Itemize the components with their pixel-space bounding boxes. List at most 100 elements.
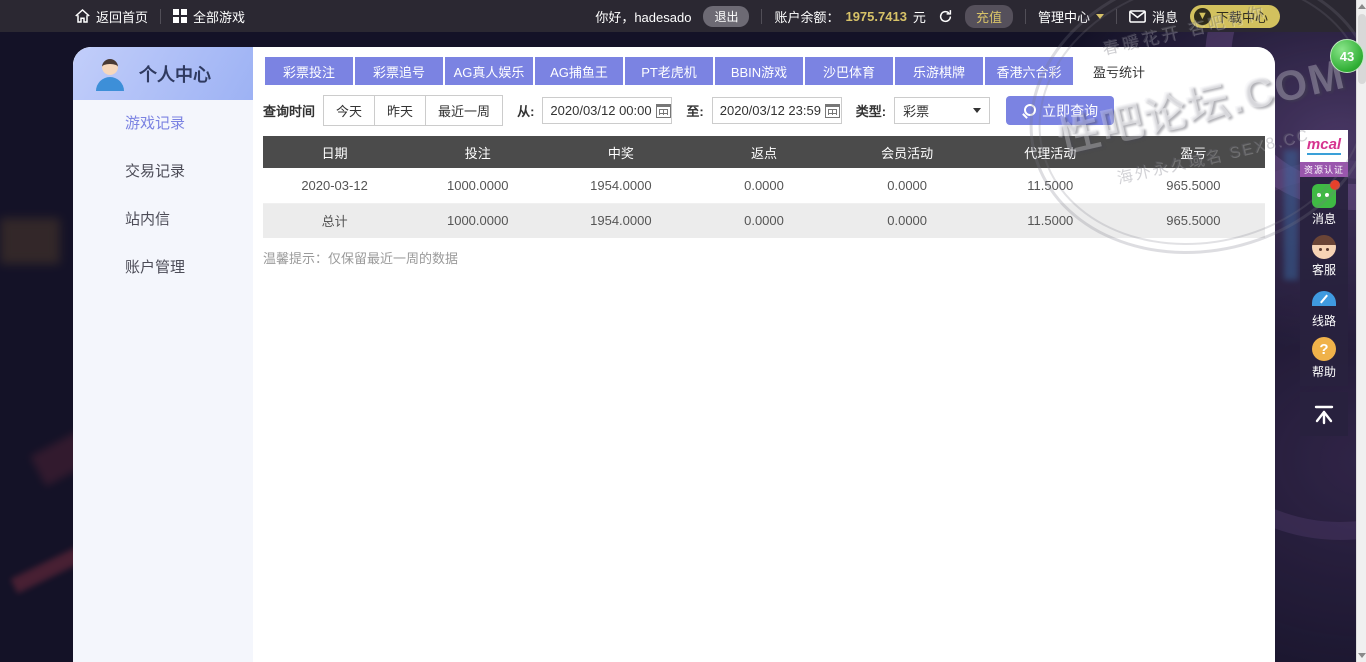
page-scrollbar[interactable] xyxy=(1356,0,1366,662)
logout-button[interactable]: 退出 xyxy=(703,6,749,27)
agent-icon xyxy=(1312,235,1336,259)
cell-member-activity: 0.0000 xyxy=(836,203,979,238)
cell-member-activity: 0.0000 xyxy=(836,168,979,203)
filter-bar: 查询时间 今天 昨天 最近一周 从: 2020/03/12 00:00 至: 2… xyxy=(263,95,1265,126)
tab-bar: 彩票投注 彩票追号 AG真人娱乐 AG捕鱼王 PT老虎机 BBIN游戏 沙巴体育… xyxy=(265,57,1265,85)
refresh-icon[interactable] xyxy=(938,9,953,24)
toolbar-item-messages[interactable]: 消息 xyxy=(1312,184,1336,227)
table-row: 2020-03-12 1000.0000 1954.0000 0.0000 0.… xyxy=(263,168,1265,203)
bg-decor xyxy=(1284,150,1298,280)
toolbar-item-label: 帮助 xyxy=(1312,363,1336,380)
cell-winnings: 1954.0000 xyxy=(549,203,692,238)
chevron-down-icon xyxy=(1096,14,1104,19)
type-label: 类型: xyxy=(856,101,886,120)
retention-notice: 温馨提示：仅保留最近一周的数据 xyxy=(263,248,1265,267)
gauge-icon xyxy=(1312,291,1336,306)
all-games-link[interactable]: 全部游戏 xyxy=(173,7,245,26)
tab-lottery-bets[interactable]: 彩票投注 xyxy=(265,57,353,85)
tab-profit-loss-stats[interactable]: 盈亏统计 xyxy=(1075,57,1163,85)
avatar-icon xyxy=(93,57,127,91)
col-bet: 投注 xyxy=(406,136,549,168)
cell-profit-loss: 965.5000 xyxy=(1122,168,1265,203)
cell-profit-loss: 965.5000 xyxy=(1122,203,1265,238)
sidebar-item-game-records[interactable]: 游戏记录 xyxy=(73,100,253,148)
col-agent-activity: 代理活动 xyxy=(979,136,1122,168)
cell-agent-activity: 11.5000 xyxy=(979,168,1122,203)
col-member-activity: 会员活动 xyxy=(836,136,979,168)
cell-total-label: 总计 xyxy=(263,203,406,238)
toolbar-item-label: 客服 xyxy=(1312,261,1336,278)
cell-rebate: 0.0000 xyxy=(692,203,835,238)
tab-lottery-chase[interactable]: 彩票追号 xyxy=(355,57,443,85)
scroll-up-arrow[interactable] xyxy=(1358,4,1366,9)
toolbar-item-help[interactable]: ? 帮助 xyxy=(1312,337,1336,380)
table-header-row: 日期 投注 中奖 返点 会员活动 代理活动 盈亏 xyxy=(263,136,1265,168)
balance-unit: 元 xyxy=(913,7,926,26)
profit-loss-table: 日期 投注 中奖 返点 会员活动 代理活动 盈亏 2020-03-12 1000… xyxy=(263,136,1265,238)
to-label: 至: xyxy=(686,101,703,120)
sidebar-item-account-management[interactable]: 账户管理 xyxy=(73,244,253,292)
top-bar: 返回首页 全部游戏 你好，hadesado 退出 账户余额： 1975.7413… xyxy=(0,0,1366,32)
back-to-top-button[interactable] xyxy=(1300,392,1348,436)
toolbar-logo[interactable]: mcal xyxy=(1300,130,1348,162)
col-rebate: 返点 xyxy=(692,136,835,168)
home-label: 返回首页 xyxy=(96,7,148,26)
toolbar-item-customer-service[interactable]: 客服 xyxy=(1312,235,1336,278)
main-panel: 个人中心 游戏记录 交易记录 站内信 账户管理 彩票投注 彩票追号 AG真人娱乐… xyxy=(73,47,1275,662)
notification-count-badge[interactable]: 43 xyxy=(1330,39,1364,73)
balance-label: 账户余额： xyxy=(774,7,839,26)
scroll-down-arrow[interactable] xyxy=(1358,653,1366,658)
type-select[interactable]: 彩票 xyxy=(894,97,990,124)
sidebar-item-site-mail[interactable]: 站内信 xyxy=(73,196,253,244)
admin-center-menu[interactable]: 管理中心 xyxy=(1038,7,1104,26)
cell-agent-activity: 11.5000 xyxy=(979,203,1122,238)
calendar-icon[interactable] xyxy=(825,104,840,118)
toolbar-item-lines[interactable]: 线路 xyxy=(1312,286,1336,329)
from-date-value: 2020/03/12 00:00 xyxy=(550,103,651,118)
sidebar-nav: 游戏记录 交易记录 站内信 账户管理 xyxy=(73,100,253,292)
tab-ag-fishing[interactable]: AG捕鱼王 xyxy=(535,57,623,85)
sidebar: 个人中心 游戏记录 交易记录 站内信 账户管理 xyxy=(73,47,253,662)
sidebar-header: 个人中心 xyxy=(73,47,253,100)
cell-bet: 1000.0000 xyxy=(406,203,549,238)
yesterday-button[interactable]: 昨天 xyxy=(374,95,426,126)
tab-bbin-games[interactable]: BBIN游戏 xyxy=(715,57,803,85)
home-icon xyxy=(75,9,90,23)
calendar-icon[interactable] xyxy=(656,104,671,118)
divider xyxy=(160,9,161,24)
download-center-label: 下载中心 xyxy=(1216,7,1268,26)
chevron-down-icon xyxy=(973,108,981,113)
balance-value: 1975.7413 xyxy=(845,9,906,24)
tab-saba-sports[interactable]: 沙巴体育 xyxy=(805,57,893,85)
col-profit-loss: 盈亏 xyxy=(1122,136,1265,168)
unread-dot xyxy=(1330,180,1340,190)
tab-pt-slots[interactable]: PT老虎机 xyxy=(625,57,713,85)
floating-toolbar: mcal 资源认证 消息 客服 线路 ? 帮助 xyxy=(1300,130,1348,436)
recharge-button[interactable]: 充值 xyxy=(965,5,1013,28)
envelope-icon xyxy=(1129,10,1146,23)
download-center-button[interactable]: ▼ 下载中心 xyxy=(1190,5,1280,28)
messages-link[interactable]: 消息 xyxy=(1129,7,1178,26)
cert-banner[interactable]: 资源认证 xyxy=(1300,162,1348,177)
tab-ag-live[interactable]: AG真人娱乐 xyxy=(445,57,533,85)
from-date-input[interactable]: 2020/03/12 00:00 xyxy=(542,97,672,124)
bg-decor xyxy=(0,218,60,264)
balance-display: 账户余额： 1975.7413 元 xyxy=(774,7,925,26)
tab-hk-mark-six[interactable]: 香港六合彩 xyxy=(985,57,1073,85)
quick-range-group: 今天 昨天 最近一周 xyxy=(323,95,503,126)
to-date-value: 2020/03/12 23:59 xyxy=(720,103,821,118)
cell-date: 2020-03-12 xyxy=(263,168,406,203)
back-to-top-icon xyxy=(1312,402,1336,426)
search-icon xyxy=(1022,104,1035,117)
to-date-input[interactable]: 2020/03/12 23:59 xyxy=(712,97,842,124)
sidebar-item-transaction-records[interactable]: 交易记录 xyxy=(73,148,253,196)
home-link[interactable]: 返回首页 xyxy=(75,7,148,26)
search-button[interactable]: 立即查询 xyxy=(1006,96,1114,125)
tab-leyou-cards[interactable]: 乐游棋牌 xyxy=(895,57,983,85)
col-date: 日期 xyxy=(263,136,406,168)
help-icon: ? xyxy=(1312,337,1336,361)
download-icon: ▼ xyxy=(1194,8,1211,25)
today-button[interactable]: 今天 xyxy=(323,95,375,126)
query-time-label: 查询时间 xyxy=(263,101,315,120)
last-week-button[interactable]: 最近一周 xyxy=(425,95,503,126)
